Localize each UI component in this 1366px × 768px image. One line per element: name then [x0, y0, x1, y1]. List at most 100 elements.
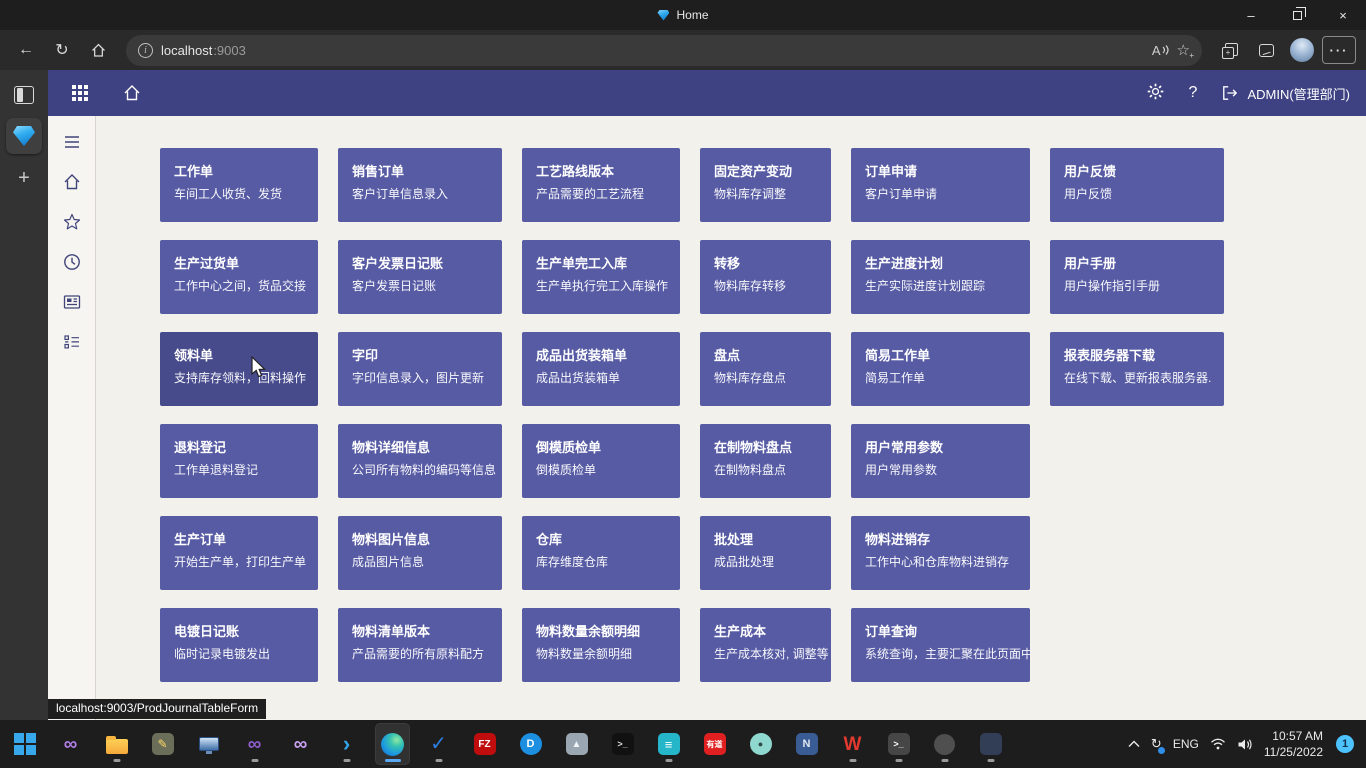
browser-essentials-button[interactable]	[1250, 35, 1282, 65]
taskbar-clock[interactable]: 10:57 AM 11/25/2022	[1264, 728, 1323, 760]
pet-app-icon[interactable]: ●	[744, 724, 777, 764]
tile[interactable]: 字印字印信息录入，图片更新	[338, 332, 502, 406]
add-app-button[interactable]: +	[18, 168, 30, 188]
nav-favorites-button[interactable]	[60, 210, 84, 234]
tile[interactable]: 生产订单开始生产单，打印生产单	[160, 516, 318, 590]
tile[interactable]: 生产进度计划生产实际进度计划跟踪	[851, 240, 1030, 314]
vscode-icon[interactable]: ›	[330, 724, 363, 764]
tile[interactable]: 工艺路线版本产品需要的工艺流程	[522, 148, 680, 222]
tile[interactable]: 订单申请客户订单申请	[851, 148, 1030, 222]
app-home-button[interactable]	[122, 83, 142, 103]
settings-more-button[interactable]: ···	[1322, 36, 1356, 64]
remote-desktop-icon[interactable]	[192, 724, 225, 764]
tile[interactable]: 销售订单客户订单信息录入	[338, 148, 502, 222]
tile[interactable]: 生产单完工入库生产单执行完工入库操作	[522, 240, 680, 314]
dimmed-app-icon[interactable]	[928, 724, 961, 764]
site-info-icon[interactable]: i	[138, 43, 153, 58]
dynamics-app-button[interactable]	[6, 118, 42, 154]
language-indicator[interactable]: ENG	[1173, 737, 1199, 751]
refresh-button[interactable]: ↻	[46, 35, 78, 65]
media-viewer-icon[interactable]: ▲	[560, 724, 593, 764]
app-settings-button[interactable]	[1146, 82, 1165, 104]
address-bar[interactable]: i localhost:9003 A ☆+	[126, 35, 1202, 66]
add-favorite-button[interactable]: ☆+	[1177, 41, 1190, 59]
tile-subtitle: 车间工人收货、发货	[174, 185, 306, 202]
tile-title: 销售订单	[352, 161, 490, 180]
visual-studio-alt-icon[interactable]: ∞	[284, 724, 317, 764]
tile[interactable]: 物料数量余额明细物料数量余额明细	[522, 608, 680, 682]
read-aloud-button[interactable]: A	[1152, 43, 1169, 58]
tile[interactable]: 成品出货装箱单成品出货装箱单	[522, 332, 680, 406]
browser-home-button[interactable]	[82, 35, 114, 65]
design-tool-icon[interactable]: ✎	[146, 724, 179, 764]
sidebar-toggle-button[interactable]	[14, 82, 34, 108]
filezilla-icon[interactable]: FZ	[468, 724, 501, 764]
design-tool-icon-glyph: ✎	[152, 733, 174, 755]
nav-recent-button[interactable]	[60, 250, 84, 274]
tile[interactable]: 倒模质检单倒模质检单	[522, 424, 680, 498]
windows-terminal-icon[interactable]: >_	[882, 724, 915, 764]
tile-title: 倒模质检单	[536, 437, 668, 456]
start-button[interactable]	[8, 724, 41, 764]
tile[interactable]: 订单查询系统查询，主要汇聚在此页面中	[851, 608, 1030, 682]
tile-subtitle: 工作中心之间，货品交接	[174, 277, 306, 294]
command-prompt-icon[interactable]: >_	[606, 724, 639, 764]
tile[interactable]: 物料进销存工作中心和仓库物料进销存	[851, 516, 1030, 590]
visual-studio-2019-icon[interactable]: ∞	[238, 724, 271, 764]
background-app-icon[interactable]	[974, 724, 1007, 764]
tile-subtitle: 系统查询，主要汇聚在此页面中	[865, 645, 1018, 662]
app-launcher-waffle-icon[interactable]	[72, 85, 88, 101]
profile-button[interactable]	[1286, 35, 1318, 65]
tile[interactable]: 用户手册用户操作指引手册	[1050, 240, 1224, 314]
tile-subtitle: 物料库存转移	[714, 277, 819, 294]
nav-menu-button[interactable]	[60, 130, 84, 154]
collections-button[interactable]	[1214, 35, 1246, 65]
clock-date: 11/25/2022	[1264, 744, 1323, 760]
notepad-plus-icon[interactable]: ≡	[652, 724, 685, 764]
tile[interactable]: 报表服务器下载在线下载、更新报表服务器.	[1050, 332, 1224, 406]
tile[interactable]: 物料详细信息公司所有物料的编码等信息	[338, 424, 502, 498]
youdao-dict-icon[interactable]: 有道	[698, 724, 731, 764]
tiles-grid: 工作单车间工人收货、发货销售订单客户订单信息录入工艺路线版本产品需要的工艺流程固…	[160, 148, 1366, 682]
tile[interactable]: 简易工作单简易工作单	[851, 332, 1030, 406]
user-menu[interactable]: ADMIN(管理部门)	[1221, 84, 1350, 103]
app-help-button[interactable]: ?	[1189, 84, 1198, 102]
sync-status-button[interactable]: ↻	[1151, 736, 1162, 752]
tile-title: 字印	[352, 345, 490, 364]
tile[interactable]: 电镀日记账临时记录电镀发出	[160, 608, 318, 682]
tile[interactable]: 客户发票日记账客户发票日记账	[338, 240, 502, 314]
visual-studio-icon[interactable]: ∞	[54, 724, 87, 764]
tile[interactable]: 用户反馈用户反馈	[1050, 148, 1224, 222]
tile[interactable]: 转移物料库存转移	[700, 240, 831, 314]
tile-title: 生产成本	[714, 621, 819, 640]
back-button[interactable]: ←	[10, 35, 42, 65]
tile[interactable]: 生产成本生产成本核对, 调整等	[700, 608, 831, 682]
tile[interactable]: 物料图片信息成品图片信息	[338, 516, 502, 590]
navicat-icon[interactable]: N	[790, 724, 823, 764]
notification-badge[interactable]: 1	[1336, 735, 1354, 753]
tile[interactable]: 用户常用参数用户常用参数	[851, 424, 1030, 498]
tile[interactable]: 工作单车间工人收货、发货	[160, 148, 318, 222]
tile[interactable]: 生产过货单工作中心之间，货品交接	[160, 240, 318, 314]
volume-button[interactable]	[1237, 738, 1253, 751]
file-explorer-icon[interactable]	[100, 724, 133, 764]
tile[interactable]: 物料清单版本产品需要的所有原料配方	[338, 608, 502, 682]
nav-home-button[interactable]	[60, 170, 84, 194]
todo-check-icon[interactable]: ✓	[422, 724, 455, 764]
tile[interactable]: 在制物料盘点在制物料盘点	[700, 424, 831, 498]
tile[interactable]: 盘点物料库存盘点	[700, 332, 831, 406]
tile-subtitle: 工作中心和仓库物料进销存	[865, 553, 1018, 570]
tile-subtitle: 物料数量余额明细	[536, 645, 668, 662]
wps-office-icon[interactable]: W	[836, 724, 869, 764]
tile[interactable]: 固定资产变动物料库存调整	[700, 148, 831, 222]
nav-workspaces-button[interactable]	[60, 290, 84, 314]
tile[interactable]: 领料单支持库存领料，回料操作	[160, 332, 318, 406]
tile[interactable]: 仓库库存维度仓库	[522, 516, 680, 590]
tile[interactable]: 退料登记工作单退料登记	[160, 424, 318, 498]
nav-modules-button[interactable]	[60, 330, 84, 354]
wifi-button[interactable]	[1210, 738, 1226, 750]
tile[interactable]: 批处理成品批处理	[700, 516, 831, 590]
tray-overflow-button[interactable]	[1128, 740, 1140, 748]
edge-icon[interactable]	[376, 724, 409, 764]
docker-icon[interactable]: D	[514, 724, 547, 764]
